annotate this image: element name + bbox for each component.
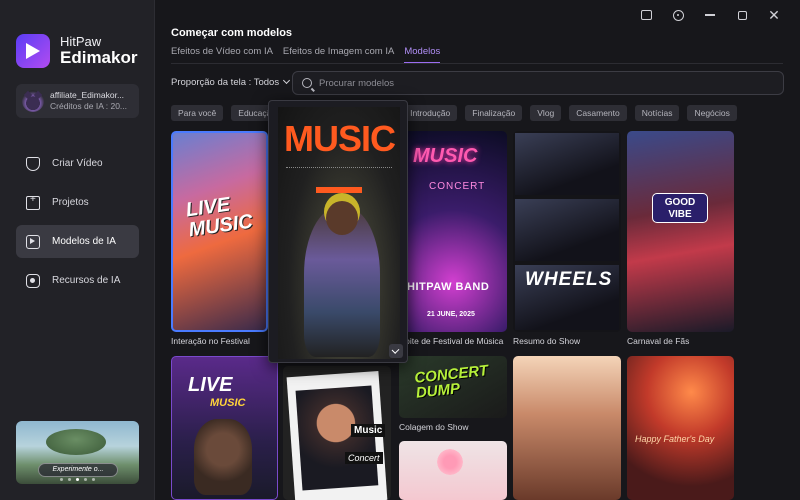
chip-ending[interactable]: Finalização (465, 105, 523, 121)
account-name: affiliate_Edimakor... (50, 89, 125, 100)
card-caption: Resumo do Show (513, 336, 581, 346)
sidebar-item-label: Recursos de IA (52, 275, 121, 286)
maximize-button[interactable] (726, 6, 758, 24)
close-button[interactable]: ✕ (758, 6, 790, 24)
brand-name-top: HitPaw (60, 33, 102, 49)
card-caption: Carnaval de Fãs (627, 336, 690, 346)
window-controls: ✕ (630, 6, 790, 24)
sidebar: HitPaw Edimakor affiliate_Edimakor... Cr… (0, 0, 155, 500)
template-card-music-festival-night[interactable]: MUSIC CONCERT HITPAW BAND 21 JUNE, 2025 (399, 131, 507, 332)
card-caption: Interação no Festival (171, 336, 250, 346)
chip-for-you[interactable]: Para você (171, 105, 224, 121)
sidebar-item-ai-templates[interactable]: Modelos de IA (16, 225, 139, 258)
card-overlay-text: Happy Father's Day (635, 434, 715, 444)
carousel-dot[interactable] (92, 478, 95, 481)
card-overlay-text: CONCERT DUMP (413, 362, 489, 402)
download-icon[interactable] (389, 344, 403, 358)
chevron-down-icon (283, 76, 291, 85)
card-overlay-text: HITPAW BAND (407, 281, 490, 293)
preview-tag (316, 187, 362, 193)
sidebar-item-label: Modelos de IA (52, 236, 116, 247)
sidebar-item-projects[interactable]: Projetos (16, 186, 139, 219)
divider (171, 63, 783, 64)
card-overlay-text: Music (351, 424, 386, 437)
template-card-fan-carnival[interactable]: GOOD VIBE (627, 131, 734, 332)
search-icon (302, 78, 312, 88)
tab-templates[interactable]: Modelos (404, 46, 441, 64)
card-photo (515, 199, 619, 261)
template-icon (26, 234, 40, 249)
aspect-ratio-dropdown[interactable]: Proporção da tela : Todos (171, 76, 291, 88)
maximize-icon (737, 10, 747, 20)
chip-intro[interactable]: Introdução (403, 105, 458, 121)
preview-person (304, 201, 380, 357)
sidebar-item-label: Criar Vídeo (52, 158, 103, 169)
sidebar-item-label: Projetos (52, 197, 89, 208)
card-overlay-text: GOOD VIBE (652, 193, 708, 223)
sidebar-item-ai-resources[interactable]: Recursos de IA (16, 264, 139, 297)
template-card-music-concert-polaroid[interactable]: Music Concert (283, 366, 391, 500)
folder-plus-icon (26, 194, 40, 210)
card-overlay-text: LIVE MUSIC (184, 193, 255, 242)
carousel-dot[interactable] (60, 478, 63, 481)
minimize-icon (705, 14, 715, 16)
page-title: Começar com modelos (171, 27, 293, 39)
chip-business[interactable]: Negócios (687, 105, 737, 121)
try-button[interactable]: Experimente o... (38, 463, 118, 477)
category-chips: Para você Educação Introdução Finalizaçã… (171, 105, 737, 121)
sidebar-nav: Criar Vídeo Projetos Modelos de IA Recur… (16, 147, 139, 303)
template-card-festival-interaction[interactable]: LIVE MUSIC (171, 131, 268, 332)
tab-ai-video-effects[interactable]: Efeitos de Vídeo com IA (171, 46, 273, 64)
chip-vlog[interactable]: Vlog (530, 105, 562, 121)
brand-name-bottom: Edimakor (60, 47, 138, 67)
video-plus-icon (26, 156, 40, 171)
info-icon (672, 9, 684, 21)
sidebar-item-create-video[interactable]: Criar Vídeo (16, 147, 139, 180)
preview-divider (286, 167, 392, 169)
template-card-flowers[interactable] (399, 441, 507, 500)
account-card[interactable]: affiliate_Edimakor... Créditos de IA : 2… (16, 84, 139, 118)
card-overlay-text: Concert (345, 452, 383, 464)
card-caption: Colagem do Show (399, 422, 469, 432)
card-caption: Noite de Festival de Música (399, 336, 504, 346)
feedback-button[interactable] (630, 6, 662, 24)
tab-ai-image-effects[interactable]: Efeitos de Imagem com IA (283, 46, 394, 64)
template-card-show-recap[interactable]: WHEELS (513, 131, 621, 332)
card-overlay-text: MUSIC (210, 397, 246, 409)
ai-credits: Créditos de IA : 20... (50, 101, 128, 111)
carousel-dot-active[interactable] (76, 478, 79, 481)
ai-resources-icon (26, 273, 40, 288)
aspect-ratio-label: Proporção da tela : Todos (171, 77, 280, 88)
avatar (22, 90, 44, 112)
template-card-crowd[interactable] (513, 356, 621, 500)
template-preview-popup[interactable]: MUSIC (268, 100, 408, 363)
feedback-icon (640, 10, 652, 20)
card-photo (515, 133, 619, 195)
tab-bar: Efeitos de Vídeo com IA Efeitos de Image… (171, 46, 441, 64)
brand: HitPaw Edimakor (16, 34, 137, 68)
chip-news[interactable]: Notícias (634, 105, 680, 121)
close-icon: ✕ (768, 7, 780, 23)
template-card-concert-collage[interactable]: CONCERT DUMP (399, 356, 507, 418)
info-button[interactable] (662, 6, 694, 24)
card-overlay-text: WHEELS (525, 269, 613, 290)
card-photo (194, 419, 252, 495)
template-card-live-music[interactable]: LIVE MUSIC (171, 356, 278, 500)
card-overlay-text: CONCERT (429, 181, 486, 192)
carousel-dot[interactable] (84, 478, 87, 481)
template-card-fathers-day[interactable]: Happy Father's Day (627, 356, 734, 500)
card-overlay-text: LIVE (188, 374, 233, 396)
card-overlay-text: MUSIC (413, 145, 478, 167)
preview-title: MUSIC (284, 118, 396, 159)
carousel-dots (60, 478, 95, 481)
minimize-button[interactable] (694, 6, 726, 24)
card-overlay-text: 21 JUNE, 2025 (427, 311, 475, 318)
chip-wedding[interactable]: Casamento (569, 105, 627, 121)
search-box[interactable] (292, 71, 784, 95)
search-input[interactable] (319, 77, 759, 89)
promo-banner[interactable]: Experimente o... (16, 421, 139, 484)
edimakor-logo-icon (16, 34, 50, 68)
carousel-dot[interactable] (68, 478, 71, 481)
preview-image: MUSIC (278, 107, 400, 359)
